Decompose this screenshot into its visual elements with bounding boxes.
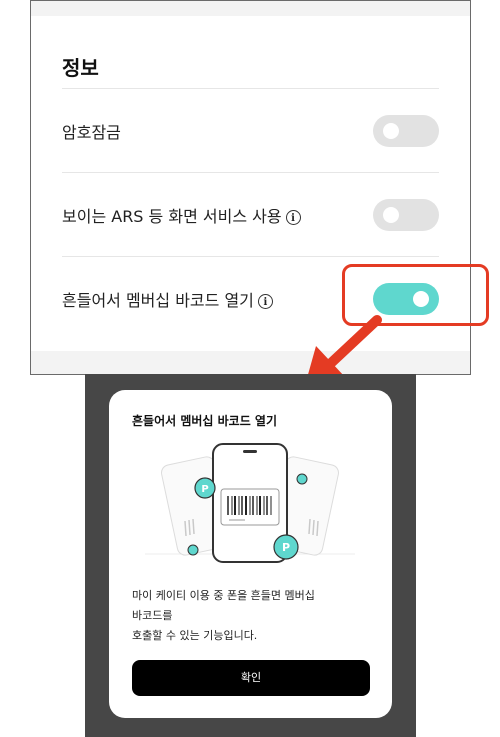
shake-barcode-modal: 흔들어서 멤버십 바코드 열기 P P 마이 케이티 이용 중 폰을 흔들면 멤… (109, 390, 392, 718)
confirm-button[interactable]: 확인 (132, 660, 370, 696)
description-line: 마이 케이티 이용 중 폰을 흔들면 멤버십 (132, 589, 315, 602)
modal-description: 마이 케이티 이용 중 폰을 흔들면 멤버십 바코드를 호출할 수 있는 기능입… (132, 586, 315, 646)
phone-barcode-illustration-icon: P P (145, 443, 355, 563)
description-line: 바코드를 (132, 609, 173, 622)
description-line: 호출할 수 있는 기능입니다. (132, 629, 258, 642)
badge-letter: P (201, 484, 208, 495)
modal-title: 흔들어서 멤버십 바코드 열기 (132, 414, 278, 428)
badge-letter: P (282, 541, 290, 554)
modal-backdrop: 흔들어서 멤버십 바코드 열기 P P 마이 케이티 이용 중 폰을 흔들면 멤… (85, 374, 416, 737)
